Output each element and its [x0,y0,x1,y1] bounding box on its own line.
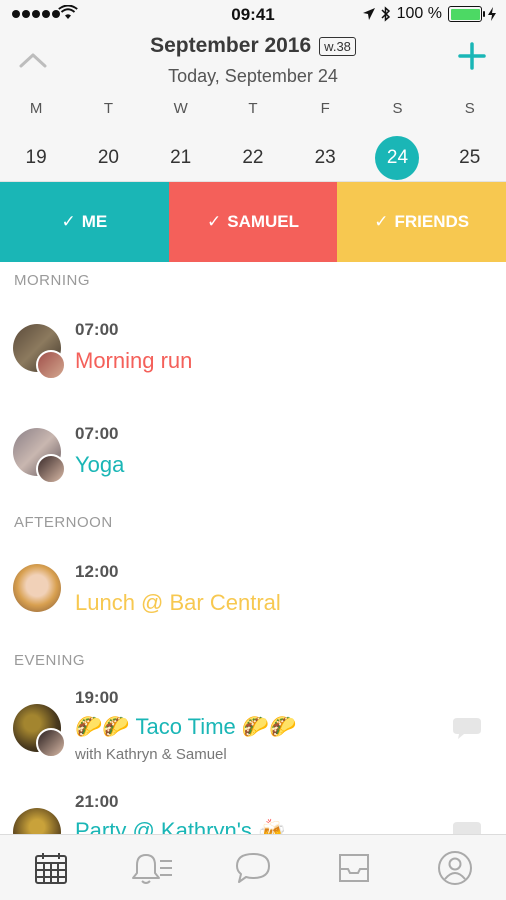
tab-inbox[interactable] [304,835,405,900]
day-thursday[interactable]: T 22 [217,100,289,198]
tab-chat[interactable] [202,835,303,900]
tab-notifications[interactable] [101,835,202,900]
filter-friends-button[interactable]: ✓ FRIENDS [337,182,506,262]
avatar [13,808,61,834]
event-time: 19:00 [75,688,119,707]
day-letter: T [103,100,113,117]
filter-label: SAMUEL [227,212,300,231]
event-time: 21:00 [75,792,119,811]
day-number: 25 [459,147,481,168]
filter-samuel-button[interactable]: ✓ SAMUEL [168,182,338,262]
week-strip: M 19 T 20 W 21 T 22 F 23 S 24 S 25 [0,100,506,198]
tab-calendar[interactable] [0,835,101,900]
day-letter: M [29,100,43,117]
day-letter: F [320,100,330,117]
tab-bar [0,834,506,900]
section-afternoon: AFTERNOON [14,514,113,531]
day-letter: W [173,100,188,117]
battery-percent: 100 % [396,5,442,22]
day-tuesday[interactable]: T 20 [72,100,144,198]
day-number: 22 [242,147,264,168]
filter-me-button[interactable]: ✓ ME [0,182,169,262]
day-friday[interactable]: F 23 [289,100,361,198]
month-title[interactable]: September 2016 [150,34,311,58]
day-saturday[interactable]: S 24 [361,100,433,180]
day-number: 21 [170,147,192,168]
status-bar: 09:41 100 % [0,0,506,30]
event-list[interactable]: MORNING 07:00 Morning run 07:00 Yoga AFT… [0,262,506,834]
check-icon: ✓ [374,212,389,231]
bluetooth-icon [381,6,390,22]
battery-icon [448,6,485,22]
day-letter: S [464,100,475,117]
avatar [13,564,61,612]
event-row[interactable]: 21:00 Party @ Kathryn's 🍻 [0,786,506,834]
event-row[interactable]: 07:00 Morning run [0,314,506,394]
add-event-icon[interactable] [458,42,486,70]
event-title: Morning run [75,348,193,373]
today-label[interactable]: Today, September 24 [0,66,506,87]
check-icon: ✓ [206,212,222,231]
filter-bar: ✓ ME ✓ SAMUEL ✓ FRIENDS [0,182,506,262]
section-evening: EVENING [14,652,86,669]
filter-label: ME [81,212,108,231]
profile-icon [438,850,473,885]
day-letter: S [392,100,403,117]
tab-profile[interactable] [405,835,506,900]
week-badge: w.38 [319,36,356,56]
filter-label: FRIENDS [394,212,470,231]
day-monday[interactable]: M 19 [0,100,72,198]
day-letter: T [248,100,258,117]
day-number: 23 [314,147,336,168]
event-participants: with Kathryn & Samuel [75,746,227,763]
day-wednesday[interactable]: W 21 [145,100,217,198]
check-icon: ✓ [61,212,76,231]
section-morning: MORNING [14,272,90,289]
avatar-secondary [36,350,66,380]
avatar-secondary [36,454,66,484]
inbox-icon [339,853,370,882]
event-time: 12:00 [75,562,119,581]
event-time: 07:00 [75,424,119,443]
event-time: 07:00 [75,320,119,339]
chat-icon [236,852,270,883]
event-row[interactable]: 12:00 Lunch @ Bar Central [0,556,506,636]
day-number: 19 [25,147,47,168]
day-sunday[interactable]: S 25 [434,100,506,198]
day-number-selected: 24 [375,136,420,180]
chat-bubble-icon[interactable] [452,820,482,834]
day-number: 20 [97,147,119,168]
chat-bubble-icon[interactable] [452,716,482,740]
event-title: 🌮🌮 Taco Time 🌮🌮 [75,714,297,739]
calendar-header: September 2016 w.38 Today, September 24 … [0,30,506,198]
notifications-icon [131,853,172,884]
event-title: Party @ Kathryn's 🍻 [75,818,286,834]
event-row[interactable]: 07:00 Yoga [0,418,506,498]
location-icon [362,8,375,20]
calendar-icon [34,852,67,884]
event-title: Yoga [75,452,125,477]
event-row[interactable]: 19:00 🌮🌮 Taco Time 🌮🌮 with Kathryn & Sam… [0,682,506,763]
avatar-secondary [36,728,66,758]
charging-icon [488,7,496,21]
event-title: Lunch @ Bar Central [75,590,281,615]
